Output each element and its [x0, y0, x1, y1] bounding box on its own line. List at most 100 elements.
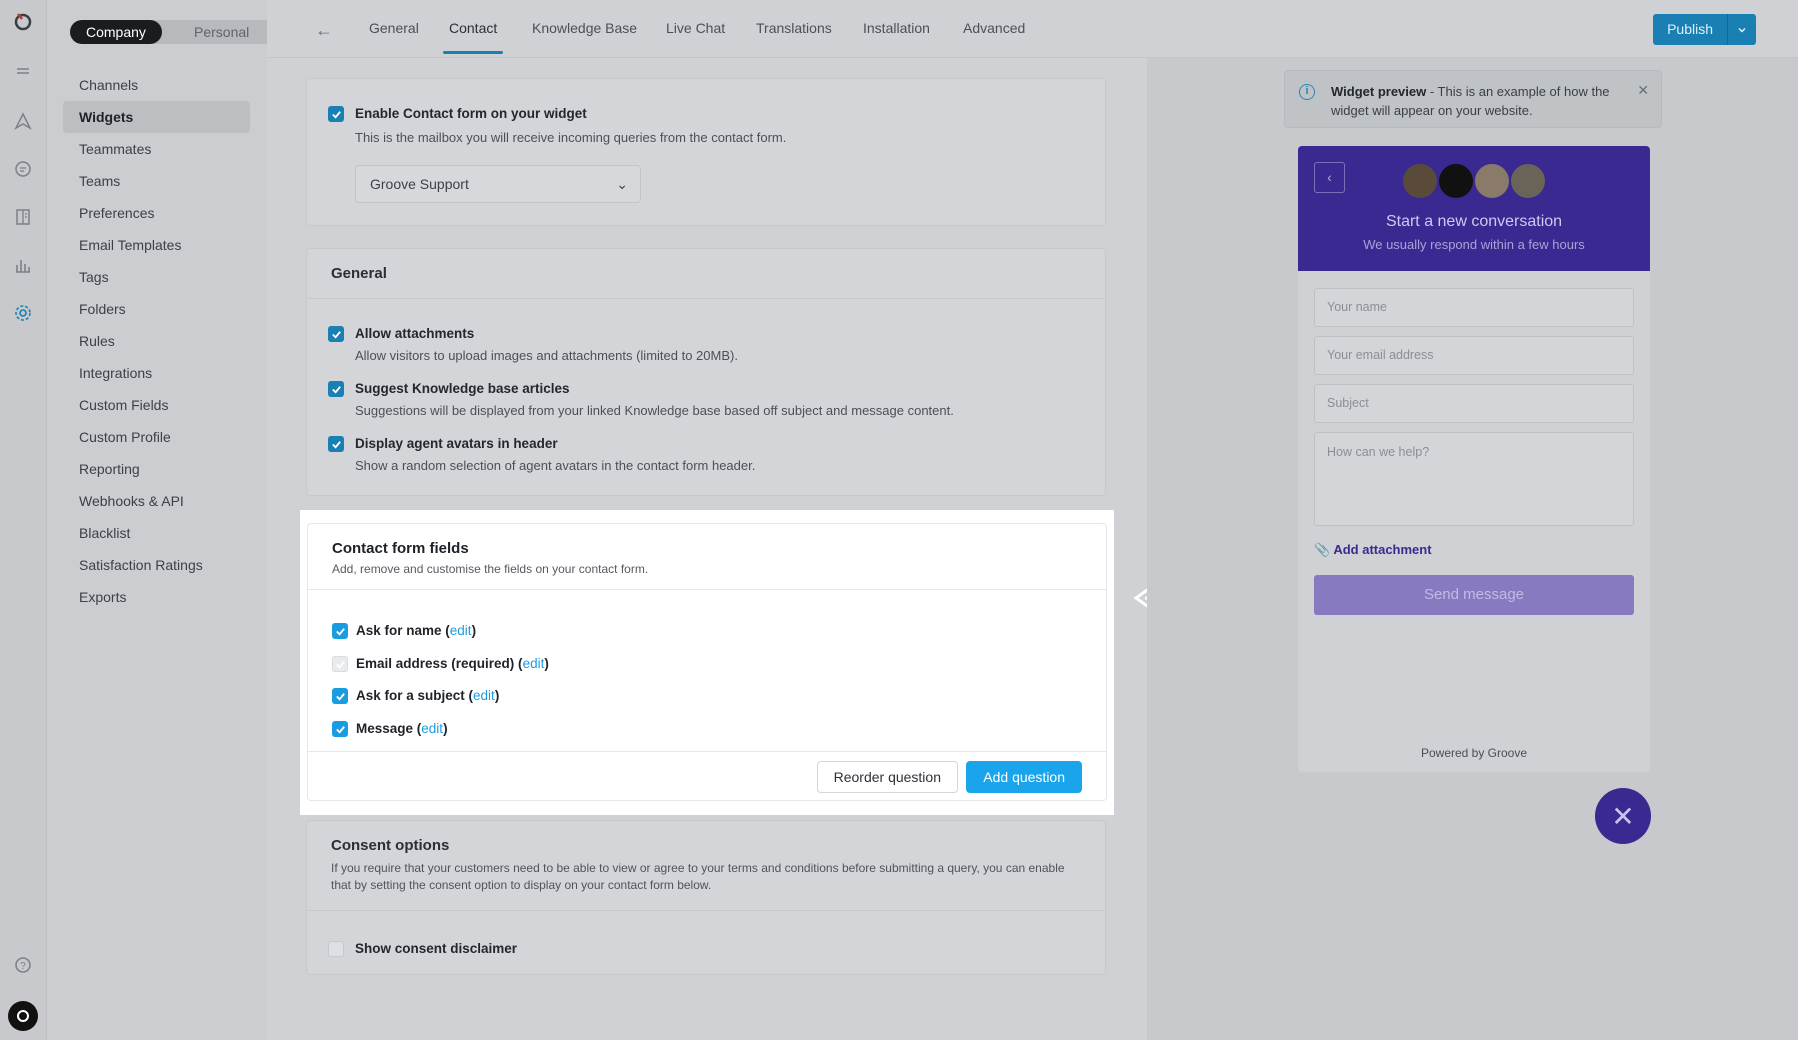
nav-item-blacklist[interactable]: Blacklist	[63, 517, 250, 549]
consent-card-desc: If you require that your customers need …	[331, 861, 1065, 892]
field-name-label: Ask for name (	[356, 623, 450, 638]
nav-item-channels[interactable]: Channels	[63, 69, 250, 101]
suggest-kb-label: Suggest Knowledge base articles	[355, 381, 570, 396]
tab-live-chat[interactable]: Live Chat	[666, 20, 725, 58]
nav-item-email-templates[interactable]: Email Templates	[63, 229, 250, 261]
add-attachment-link[interactable]: 📎 Add attachment	[1314, 542, 1432, 558]
widget-subtitle: We usually respond within a few hours	[1363, 237, 1585, 252]
widget-close-icon[interactable]: ✕	[1595, 788, 1651, 844]
nav-item-integrations[interactable]: Integrations	[63, 357, 250, 389]
chart-icon[interactable]	[12, 254, 34, 276]
agent-avatars	[1401, 162, 1547, 200]
book-icon[interactable]	[12, 206, 34, 228]
field-subject-label: Ask for a subject (	[356, 688, 474, 703]
field-name-close-paren: )	[471, 623, 477, 638]
enable-contact-label: Enable Contact form on your widget	[355, 106, 587, 121]
allow-attachments-checkbox[interactable]	[328, 326, 344, 342]
fields-card-footer: Reorder question Add question	[308, 751, 1106, 800]
send-icon[interactable]	[12, 110, 34, 132]
tab-general[interactable]: General	[369, 20, 419, 58]
widget-message-textarea[interactable]: How can we help?	[1314, 432, 1634, 526]
toggle-company[interactable]: Company	[70, 20, 162, 44]
display-avatars-desc: Show a random selection of agent avatars…	[355, 458, 756, 473]
add-question-button[interactable]: Add question	[966, 761, 1082, 793]
highlight-frame: Contact form fields Add, remove and cust…	[300, 510, 1114, 815]
widget-preview-notice: i Widget preview - This is an example of…	[1284, 70, 1662, 128]
nav-item-exports[interactable]: Exports	[63, 581, 250, 613]
tab-advanced[interactable]: Advanced	[963, 20, 1025, 58]
nav-item-webhooks[interactable]: Webhooks & API	[63, 485, 250, 517]
widget-email-input[interactable]: Your email address	[1314, 336, 1634, 375]
field-message-edit-link[interactable]: edit	[421, 721, 443, 736]
settings-nav: Company Personal Channels Widgets Teamma…	[47, 0, 290, 1040]
allow-attachments-desc: Allow visitors to upload images and atta…	[355, 348, 738, 363]
consent-disclaimer-checkbox[interactable]	[328, 941, 344, 957]
tab-translations[interactable]: Translations	[756, 20, 832, 58]
field-message-checkbox[interactable]	[332, 721, 348, 737]
fields-card-title: Contact form fields	[332, 540, 469, 557]
field-subject-checkbox[interactable]	[332, 688, 348, 704]
user-avatar-icon[interactable]	[8, 1001, 38, 1031]
suggest-kb-checkbox[interactable]	[328, 381, 344, 397]
mailbox-select[interactable]: Groove Support ⌄	[355, 165, 641, 203]
widget-preview-panel: i Widget preview - This is an example of…	[1147, 58, 1798, 1040]
general-options-card: General Allow attachments Allow visitors…	[306, 248, 1106, 496]
field-name-edit-link[interactable]: edit	[450, 623, 472, 638]
publish-dropdown-chevron-icon[interactable]	[1727, 14, 1756, 45]
back-arrow-icon[interactable]: ←	[315, 20, 333, 41]
contact-form-card: Enable Contact form on your widget This …	[306, 78, 1106, 226]
menu-icon[interactable]	[12, 60, 34, 82]
workspace-toggle[interactable]: Company Personal	[70, 20, 290, 44]
tab-installation[interactable]: Installation	[863, 20, 930, 58]
widget-name-input[interactable]: Your name	[1314, 288, 1634, 327]
fields-card-subtitle: Add, remove and customise the fields on …	[332, 562, 649, 576]
paperclip-icon: 📎	[1314, 542, 1331, 557]
widget-settings-header: ← General Contact Knowledge Base Live Ch…	[267, 0, 1798, 58]
field-message-close-paren: )	[443, 721, 448, 736]
suggest-kb-desc: Suggestions will be displayed from your …	[355, 403, 954, 418]
close-icon[interactable]: ✕	[1637, 82, 1649, 99]
nav-item-preferences[interactable]: Preferences	[63, 197, 250, 229]
tab-knowledge-base[interactable]: Knowledge Base	[532, 20, 637, 58]
tab-contact[interactable]: Contact	[442, 20, 504, 58]
field-subject-close-paren: )	[494, 688, 500, 703]
send-message-button[interactable]: Send message	[1314, 575, 1634, 615]
settings-icon[interactable]	[12, 302, 34, 324]
chat-icon[interactable]	[12, 158, 34, 180]
field-subject-edit-link[interactable]: edit	[473, 688, 495, 703]
add-attachment-label: Add attachment	[1333, 542, 1432, 557]
enable-contact-checkbox[interactable]	[328, 106, 344, 122]
widget-subject-input[interactable]: Subject	[1314, 384, 1634, 423]
nav-item-reporting[interactable]: Reporting	[63, 453, 250, 485]
mailbox-select-value: Groove Support	[370, 176, 469, 192]
nav-item-custom-profile[interactable]: Custom Profile	[63, 421, 250, 453]
display-avatars-checkbox[interactable]	[328, 436, 344, 452]
display-avatars-label: Display agent avatars in header	[355, 436, 558, 451]
nav-item-folders[interactable]: Folders	[63, 293, 250, 325]
powered-by: Powered by Groove	[1420, 746, 1528, 760]
nav-item-widgets[interactable]: Widgets	[63, 101, 250, 133]
nav-item-custom-fields[interactable]: Custom Fields	[63, 389, 250, 421]
contact-widget-preview: ‹ Start a new conversation We usually re…	[1298, 146, 1650, 772]
publish-button[interactable]: Publish	[1653, 14, 1727, 45]
field-message-row: Message (edit)	[356, 721, 448, 736]
agent-avatar	[1509, 162, 1547, 200]
field-email-edit-link[interactable]: edit	[523, 656, 545, 671]
nav-item-tags[interactable]: Tags	[63, 261, 250, 293]
nav-item-satisfaction-ratings[interactable]: Satisfaction Ratings	[63, 549, 250, 581]
toggle-personal[interactable]: Personal	[178, 20, 265, 44]
agent-avatar	[1473, 162, 1511, 200]
contact-form-fields-card: Contact form fields Add, remove and cust…	[307, 523, 1107, 801]
field-name-checkbox[interactable]	[332, 623, 348, 639]
groove-logo-icon[interactable]	[12, 10, 34, 32]
nav-item-teams[interactable]: Teams	[63, 165, 250, 197]
nav-item-teammates[interactable]: Teammates	[63, 133, 250, 165]
help-icon[interactable]: ?	[12, 954, 34, 976]
field-name-row: Ask for name (edit)	[356, 623, 476, 638]
reorder-question-button[interactable]: Reorder question	[816, 761, 958, 793]
publish-control: Publish	[1653, 14, 1756, 45]
widget-header: ‹ Start a new conversation We usually re…	[1298, 146, 1650, 271]
notice-text: Widget preview - This is an example of h…	[1331, 82, 1631, 120]
chevron-left-icon[interactable]: ‹	[1314, 162, 1345, 193]
nav-item-rules[interactable]: Rules	[63, 325, 250, 357]
